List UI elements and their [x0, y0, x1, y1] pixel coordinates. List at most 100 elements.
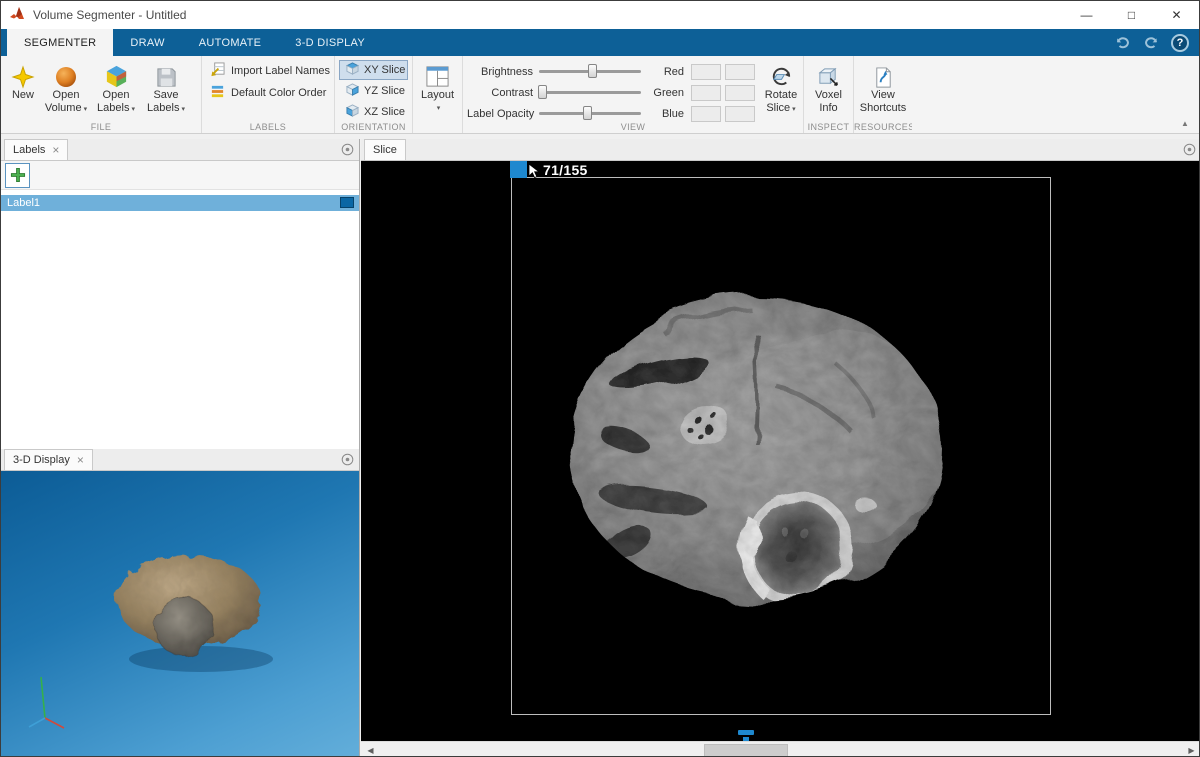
contrast-slider[interactable]	[538, 85, 641, 100]
cursor-pin-icon	[527, 163, 541, 184]
dropdown-arrow-icon: ▾	[436, 105, 441, 112]
ribbon-group-labels: Import Label Names Default Color Order L…	[202, 56, 335, 133]
close-tab-icon[interactable]: ×	[52, 144, 59, 156]
resources-section-label: RESOURCES	[854, 122, 912, 132]
label-opacity-label: Label Opacity	[467, 107, 535, 120]
red-field-2[interactable]	[725, 63, 755, 80]
brightness-label: Brightness	[481, 65, 533, 78]
quick-access-toolbar: ?	[1109, 29, 1189, 56]
ribbon-group-inspect: Voxel Info INSPECT	[804, 56, 854, 133]
label-color-chip[interactable]	[340, 197, 354, 208]
orientation-section-label: ORIENTATION	[341, 122, 406, 132]
rotate-slice-icon	[769, 59, 794, 89]
channel-fields: Red Green Blue	[649, 58, 755, 124]
scroll-left-button[interactable]: ◀	[363, 743, 378, 756]
help-button[interactable]: ?	[1171, 33, 1189, 52]
contrast-slider-thumb[interactable]	[538, 85, 548, 99]
slice-scrubber[interactable]	[738, 730, 754, 735]
maximize-button[interactable]: □	[1109, 1, 1154, 29]
ribbon-group-file: New Open Volume ▾ Open Labels ▾ Save Lab…	[1, 56, 202, 133]
undo-icon	[1116, 37, 1129, 49]
import-label-names-icon	[210, 62, 225, 80]
xy-slice-toggle[interactable]: XY Slice	[339, 60, 408, 80]
window-title: Volume Segmenter - Untitled	[33, 8, 187, 22]
inspect-section-label: INSPECT	[807, 122, 850, 132]
open-volume-button[interactable]: Open Volume ▾	[41, 58, 91, 120]
default-color-order-icon	[210, 84, 225, 102]
label-opacity-slider-thumb[interactable]	[582, 106, 592, 120]
scrollbar-thumb[interactable]	[704, 744, 788, 756]
layout-icon	[425, 59, 450, 89]
tab-segmenter[interactable]: SEGMENTER	[7, 29, 114, 56]
axis-triad-icon	[28, 676, 65, 729]
tab-draw[interactable]: DRAW	[113, 29, 181, 56]
brightness-slider-thumb[interactable]	[588, 64, 598, 78]
ribbon-group-view: Brightness Contrast Label Opacity Red Gr…	[463, 56, 804, 133]
panel-pin-icon[interactable]	[341, 143, 354, 161]
blue-label: Blue	[661, 107, 684, 120]
labels-panel-tabbar: Labels ×	[1, 139, 359, 161]
rotate-slice-button[interactable]: Rotate Slice ▾	[763, 58, 799, 120]
yz-slice-toggle[interactable]: YZ Slice	[339, 81, 408, 101]
red-label: Red	[663, 65, 684, 78]
dropdown-arrow-icon: ▾	[181, 106, 185, 113]
blue-field-2[interactable]	[725, 105, 755, 122]
red-field-1[interactable]	[691, 63, 721, 80]
chevron-up-icon: ▲	[1181, 118, 1189, 128]
minimize-button[interactable]: —	[1064, 1, 1109, 29]
open-labels-button[interactable]: Open Labels ▾	[91, 58, 141, 120]
brightness-slider[interactable]	[539, 64, 641, 79]
yz-slice-icon	[345, 83, 360, 99]
ribbon-group-orientation: XY Slice YZ Slice XZ Slice ORIENTATION	[335, 56, 413, 133]
add-label-button[interactable]	[5, 162, 30, 188]
green-field-1[interactable]	[691, 84, 721, 101]
horizontal-scrollbar[interactable]: ◀ ▶	[361, 741, 1199, 756]
labels-panel-tab[interactable]: Labels ×	[4, 139, 69, 160]
dropdown-arrow-icon: ▾	[792, 106, 796, 113]
tab-3d-display[interactable]: 3-D DISPLAY	[278, 29, 382, 56]
green-field-2[interactable]	[725, 84, 755, 101]
titlebar: Volume Segmenter - Untitled — □ ✕	[1, 1, 1199, 29]
import-label-names-button[interactable]: Import Label Names	[206, 60, 330, 82]
view-section-label: VIEW	[620, 122, 646, 132]
matlab-logo-icon	[9, 6, 25, 25]
file-section-label: FILE	[90, 122, 112, 132]
slice-number-indicator: 71/155	[543, 162, 588, 178]
layout-button[interactable]: Layout ▾	[417, 58, 458, 120]
xz-slice-toggle[interactable]: XZ Slice	[339, 102, 408, 122]
ribbon: New Open Volume ▾ Open Labels ▾ Save Lab…	[1, 56, 1199, 134]
slice-tab[interactable]: Slice	[364, 139, 406, 160]
panel-pin-icon[interactable]	[1183, 143, 1196, 161]
voxel-info-button[interactable]: Voxel Info	[808, 58, 849, 120]
xy-slice-icon	[345, 62, 360, 78]
undo-button[interactable]	[1109, 33, 1133, 53]
save-labels-button[interactable]: Save Labels ▾	[141, 58, 191, 120]
view-shortcuts-button[interactable]: View Shortcuts	[858, 58, 908, 120]
green-label: Green	[653, 86, 684, 99]
scroll-right-button[interactable]: ▶	[1184, 743, 1199, 756]
new-button[interactable]: New	[5, 58, 41, 120]
labels-panel: Labels × Label1	[1, 139, 360, 449]
default-color-order-button[interactable]: Default Color Order	[206, 82, 330, 104]
slice-viewer[interactable]: 71/155	[361, 161, 1199, 741]
close-tab-icon[interactable]: ×	[77, 454, 84, 466]
minimize-icon: —	[1080, 8, 1093, 22]
close-icon: ✕	[1171, 8, 1182, 22]
panel-pin-icon[interactable]	[341, 453, 354, 471]
collapse-ribbon-button[interactable]: ▲	[1177, 117, 1193, 129]
slice-panel: Slice 71/155 ◀ ▶	[361, 139, 1199, 756]
display-3d-tab[interactable]: 3-D Display ×	[4, 449, 93, 470]
close-button[interactable]: ✕	[1154, 1, 1199, 29]
volume-3d-view[interactable]	[1, 471, 359, 756]
save-labels-icon	[155, 59, 178, 89]
display-3d-panel: 3-D Display ×	[1, 449, 360, 756]
tab-automate[interactable]: AUTOMATE	[182, 29, 279, 56]
blue-field-1[interactable]	[691, 105, 721, 122]
label-opacity-slider[interactable]	[539, 106, 641, 121]
ribbon-tabstrip: SEGMENTER DRAW AUTOMATE 3-D DISPLAY ?	[1, 29, 1199, 56]
dropdown-arrow-icon: ▾	[131, 106, 135, 113]
slice-slider-handle[interactable]	[510, 161, 527, 178]
redo-button[interactable]	[1140, 33, 1164, 53]
help-icon: ?	[1176, 36, 1184, 49]
label-list-item[interactable]: Label1	[1, 195, 359, 211]
